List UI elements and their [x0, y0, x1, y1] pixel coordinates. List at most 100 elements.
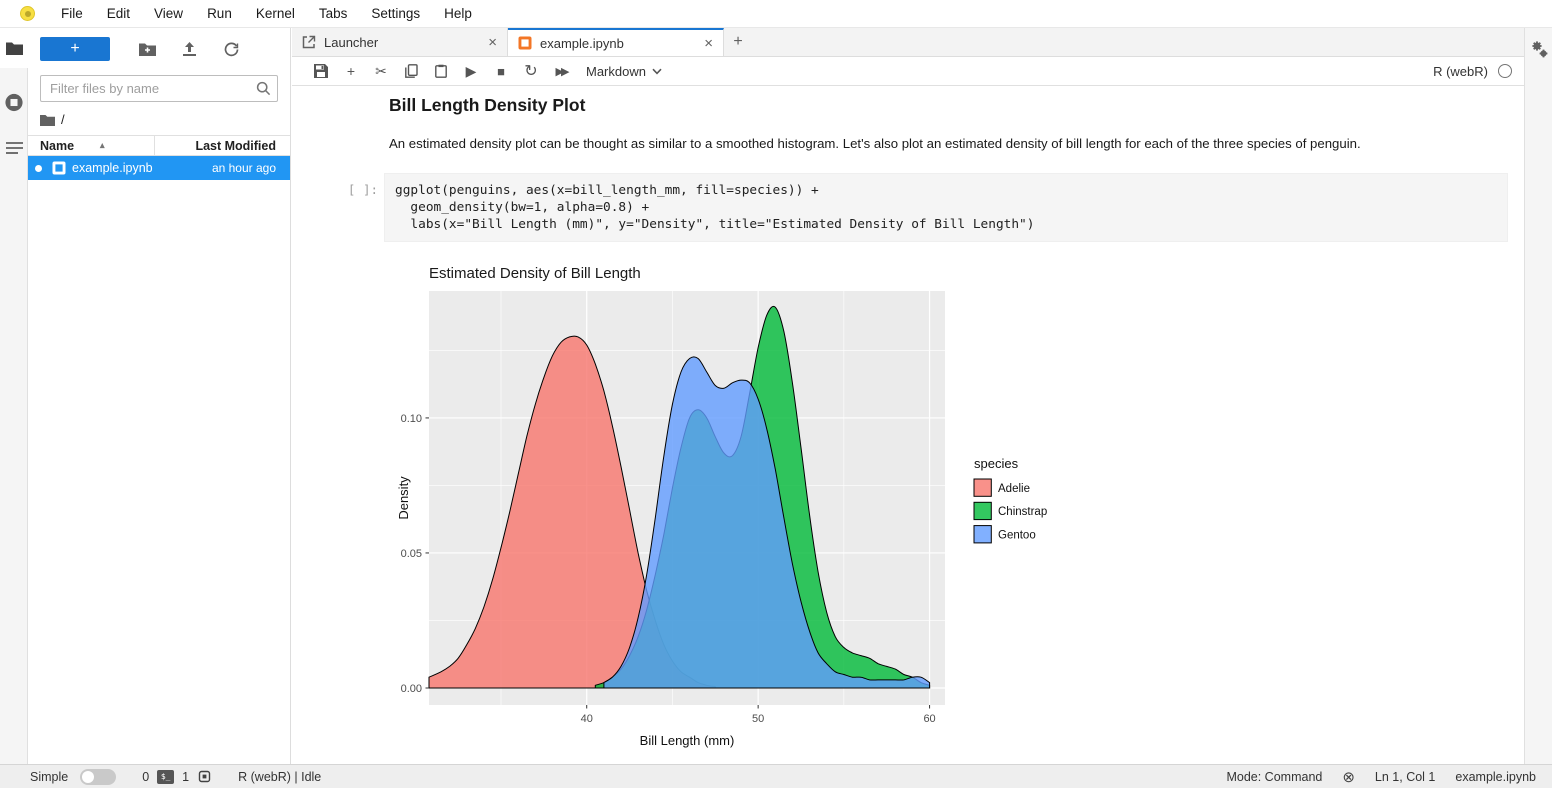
kernel-chip-icon [197, 769, 212, 784]
cell-type-dropdown[interactable]: Markdown [586, 64, 662, 79]
command-mode-indicator[interactable]: Mode: Command [1226, 770, 1322, 784]
close-tab-icon[interactable]: × [488, 34, 497, 51]
chevron-down-icon [652, 68, 662, 75]
notebook-paragraph: An estimated density plot can be thought… [389, 136, 1508, 151]
code-editor[interactable]: ggplot(penguins, aes(x=bill_length_mm, f… [384, 173, 1508, 242]
terminal-count[interactable]: 0 [142, 770, 149, 784]
new-tab-button[interactable]: + [724, 28, 752, 56]
cut-cells-button[interactable]: ✂ [366, 59, 396, 83]
dock-tabbar: Launcher × example.ipynb × + [292, 28, 1524, 57]
column-header-modified[interactable]: Last Modified [155, 139, 290, 153]
menu-item-edit[interactable]: Edit [95, 6, 142, 21]
kernel-status-icon[interactable] [1498, 64, 1512, 78]
svg-text:60: 60 [923, 713, 935, 725]
copy-cells-button[interactable] [396, 59, 426, 83]
launcher-icon [302, 35, 316, 49]
restart-kernel-button[interactable]: ↻ [516, 59, 546, 83]
file-modified: an hour ago [212, 161, 290, 175]
cell-prompt: [ ]: [328, 182, 378, 197]
statusbar: Simple 0 $_ 1 R (webR) | Idle Mode: Comm… [0, 764, 1552, 788]
main-dock-panel: Launcher × example.ipynb × + + ✂ ▶ ■ ↻ [292, 28, 1524, 764]
notebook-icon [518, 36, 532, 50]
refresh-button[interactable] [210, 37, 252, 61]
new-launcher-button[interactable]: + [40, 37, 110, 61]
home-folder-icon [40, 114, 55, 126]
svg-text:Density: Density [396, 476, 411, 520]
add-cell-button[interactable]: + [336, 59, 366, 83]
notebook-heading: Bill Length Density Plot [389, 95, 1508, 116]
filter-files-wrap [40, 75, 278, 102]
svg-text:0.00: 0.00 [401, 683, 422, 695]
svg-text:Bill Length (mm): Bill Length (mm) [640, 733, 735, 748]
upload-button[interactable] [168, 37, 210, 61]
file-name: example.ipynb [47, 161, 212, 175]
svg-text:0.10: 0.10 [401, 413, 422, 425]
left-activity-rail [0, 28, 28, 764]
markdown-cell-heading[interactable]: Bill Length Density Plot An estimated de… [389, 95, 1508, 151]
cursor-position[interactable]: Ln 1, Col 1 [1375, 770, 1435, 784]
simple-mode-toggle[interactable] [80, 769, 116, 785]
interrupt-kernel-button[interactable]: ■ [486, 59, 516, 83]
right-activity-rail [1524, 28, 1552, 764]
svg-text:0.05: 0.05 [401, 548, 422, 560]
new-folder-button[interactable] [126, 37, 168, 61]
close-tab-icon[interactable]: × [704, 35, 713, 52]
svg-text:Estimated Density of Bill Leng: Estimated Density of Bill Length [429, 265, 641, 282]
paste-cells-button[interactable] [426, 59, 456, 83]
menu-item-tabs[interactable]: Tabs [307, 6, 360, 21]
code-line: geom_density(bw=1, alpha=0.8) + [395, 199, 1497, 216]
table-of-contents-icon[interactable] [4, 138, 24, 158]
kernel-name[interactable]: R (webR) [1433, 64, 1488, 79]
running-sessions-icon[interactable] [4, 92, 24, 112]
density-plot-image: Estimated Density of Bill Length 40 50 60 0.… [394, 258, 1059, 763]
svg-text:50: 50 [752, 713, 764, 725]
kernel-status-text[interactable]: R (webR) | Idle [238, 770, 321, 784]
property-inspector-gears-icon[interactable] [1530, 40, 1550, 60]
svg-text:Gentoo: Gentoo [998, 529, 1036, 541]
notebook-file-icon [52, 161, 66, 175]
tab-label[interactable]: example.ipynb [540, 36, 696, 51]
toggle-knob [82, 771, 94, 783]
save-button[interactable] [306, 59, 336, 83]
notebook-toolbar: + ✂ ▶ ■ ↻ ▶▶ Markdown R (webR) [292, 57, 1524, 86]
code-cell: [ ]: ggplot(penguins, aes(x=bill_length_… [384, 173, 1508, 242]
statusbar-filename: example.ipynb [1455, 770, 1536, 784]
search-icon [256, 81, 271, 99]
file-row-example-ipynb[interactable]: example.ipynb an hour ago [28, 156, 290, 180]
menu-item-file[interactable]: File [49, 6, 95, 21]
svg-text:Adelie: Adelie [998, 483, 1030, 495]
menu-item-kernel[interactable]: Kernel [244, 6, 307, 21]
run-button[interactable]: ▶ [456, 59, 486, 83]
menubar: File Edit View Run Kernel Tabs Settings … [0, 0, 1552, 28]
code-line: ggplot(penguins, aes(x=bill_length_mm, f… [395, 182, 1497, 199]
tab-launcher[interactable]: Launcher × [292, 28, 508, 56]
listing-header: Name ▴ Last Modified [28, 135, 290, 156]
code-line: labs(x="Bill Length (mm)", y="Density", … [395, 216, 1497, 233]
file-browser-toolbar: + [28, 28, 290, 67]
cell-output-area: Estimated Density of Bill Length 40 50 60 0.… [394, 258, 1508, 764]
simple-mode-label: Simple [30, 770, 68, 784]
menu-item-help[interactable]: Help [432, 6, 484, 21]
filter-files-input[interactable] [40, 75, 278, 102]
tab-example-ipynb[interactable]: example.ipynb × [508, 28, 724, 56]
kernel-count[interactable]: 1 [182, 770, 189, 784]
menu-item-view[interactable]: View [142, 6, 195, 21]
tab-label[interactable]: Launcher [324, 35, 480, 50]
terminal-icon: $_ [157, 770, 174, 784]
breadcrumb[interactable]: / [28, 102, 290, 135]
svg-text:40: 40 [581, 713, 593, 725]
trust-shield-icon[interactable]: ⊗ [1342, 768, 1355, 786]
menu-item-run[interactable]: Run [195, 6, 244, 21]
jupyter-logo-icon [20, 6, 35, 21]
svg-text:species: species [974, 456, 1019, 471]
menu-item-settings[interactable]: Settings [359, 6, 432, 21]
sort-caret-icon: ▴ [100, 140, 105, 151]
column-header-name[interactable]: Name ▴ [28, 136, 155, 155]
running-kernel-dot [35, 165, 42, 172]
restart-run-all-button[interactable]: ▶▶ [546, 59, 576, 83]
breadcrumb-root[interactable]: / [61, 112, 65, 127]
file-browser-panel: + / Name ▴ Last Modified [28, 28, 291, 764]
notebook-content: Bill Length Density Plot An estimated de… [292, 87, 1524, 764]
svg-text:Chinstrap: Chinstrap [998, 506, 1047, 518]
file-browser-icon[interactable] [4, 38, 24, 58]
